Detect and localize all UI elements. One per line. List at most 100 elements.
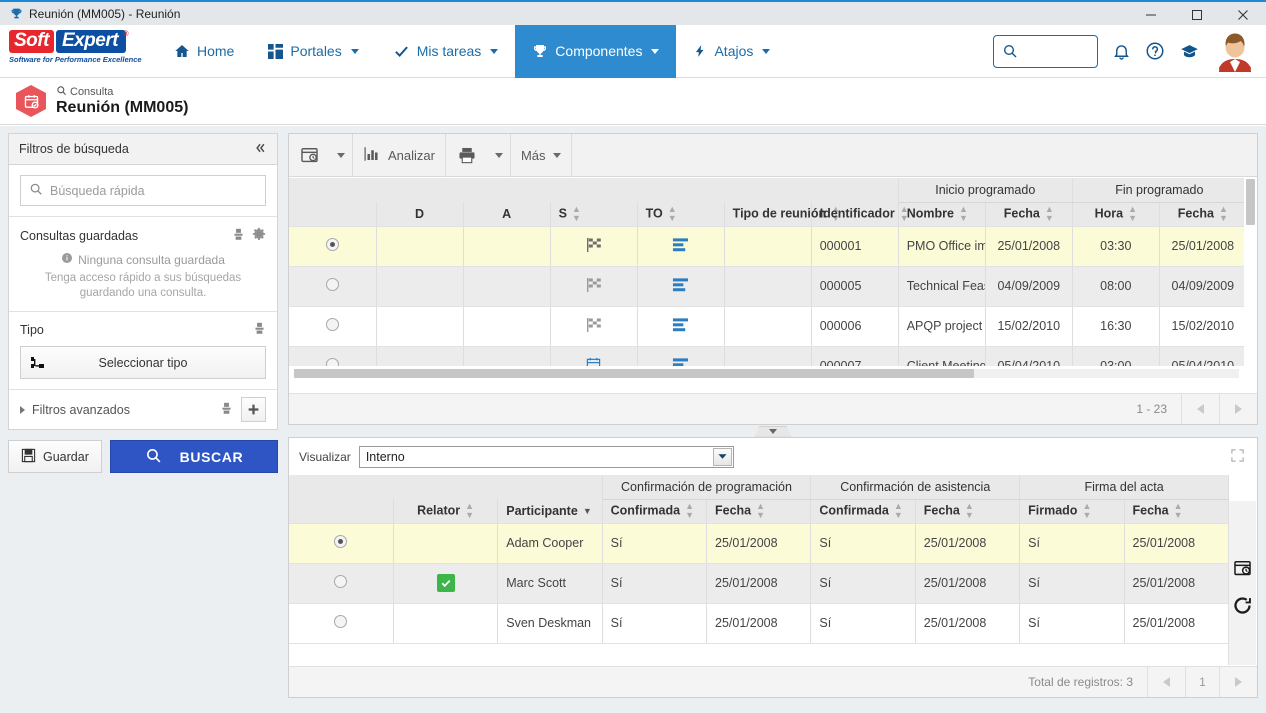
row-radio[interactable]	[325, 358, 339, 366]
col-inicio-fecha[interactable]: Fecha ▲ ▼	[985, 202, 1073, 227]
sort-icon[interactable]: ▲▼	[1219, 205, 1228, 223]
col-s[interactable]: S ▲ ▼	[550, 202, 638, 227]
row-radio[interactable]	[334, 615, 348, 628]
minimize-button[interactable]	[1128, 2, 1174, 27]
col-firma-fecha[interactable]: Fecha ▲ ▼	[1124, 499, 1229, 524]
sort-icon[interactable]: ▲▼	[894, 502, 903, 520]
scrollbar-thumb[interactable]	[1245, 179, 1255, 225]
row-radio-cell[interactable]	[289, 226, 377, 267]
sort-icon[interactable]: ▲▼	[668, 204, 677, 223]
sort-icon[interactable]: ▲▼	[1174, 502, 1183, 520]
table-row[interactable]: 000005 Technical Feasibility 04/09/2009 …	[289, 266, 1244, 307]
row-radio[interactable]	[325, 278, 339, 291]
sort-icon[interactable]: ▲▼	[965, 502, 974, 520]
page-number[interactable]: 1	[1185, 667, 1219, 697]
chevron-down-icon[interactable]	[712, 447, 732, 466]
quick-search-box[interactable]	[20, 175, 266, 206]
view-history-dropdown[interactable]	[330, 134, 352, 177]
prev-page-button[interactable]	[1147, 667, 1185, 697]
table-row[interactable]: Adam Cooper Sí 25/01/2008 Sí 25/01/2008 …	[289, 523, 1229, 564]
nav-item-mis-tareas[interactable]: Mis tareas	[376, 25, 516, 78]
row-radio-cell[interactable]	[289, 603, 394, 644]
table-row[interactable]: 000006 APQP project planning 15/02/2010 …	[289, 306, 1244, 347]
nav-item-home[interactable]: Home	[157, 25, 251, 78]
col-to[interactable]: TO ▲ ▼	[637, 202, 725, 227]
col-prog-fecha[interactable]: Fecha ▲ ▼	[706, 499, 812, 524]
scrollbar-track[interactable]	[294, 368, 1239, 378]
col-inicio-hora[interactable]: Hora ▲ ▼	[1072, 202, 1160, 227]
sort-icon-asc[interactable]: ▼	[583, 506, 592, 516]
clear-filter-icon[interactable]	[253, 322, 266, 338]
row-radio[interactable]	[325, 238, 339, 251]
graduation-cap-icon[interactable]	[1179, 42, 1200, 61]
col-prog-confirmada[interactable]: Confirmada ▲ ▼	[602, 499, 708, 524]
sort-icon[interactable]: ▲▼	[1045, 205, 1054, 223]
col-nombre[interactable]: Nombre ▲ ▼	[898, 202, 986, 227]
col-fin-fecha[interactable]: Fecha ▲ ▼	[1159, 202, 1244, 227]
select-tipo-button[interactable]: Seleccionar tipo	[20, 346, 266, 379]
row-radio[interactable]	[334, 535, 348, 548]
row-radio[interactable]	[334, 575, 348, 588]
gear-icon[interactable]	[252, 227, 266, 244]
avatar[interactable]	[1214, 30, 1256, 72]
col-d[interactable]: D	[376, 202, 464, 227]
panel-splitter[interactable]	[288, 425, 1258, 437]
col-tipo-reunion[interactable]: Tipo de reunión▲▼	[724, 202, 840, 227]
bell-icon[interactable]	[1112, 42, 1131, 61]
table-row[interactable]: Sven Deskman Sí 25/01/2008 Sí 25/01/2008…	[289, 603, 1229, 644]
expand-arrows-icon[interactable]	[1230, 448, 1245, 466]
more-button[interactable]: Más	[511, 134, 571, 177]
table-row[interactable]: Marc Scott Sí 25/01/2008 Sí 25/01/2008 S…	[289, 563, 1229, 604]
col-asis-fecha[interactable]: Fecha ▲ ▼	[915, 499, 1021, 524]
refresh-icon[interactable]	[1232, 595, 1253, 619]
view-history-button[interactable]	[289, 134, 330, 177]
scrollbar-thumb[interactable]	[294, 368, 975, 378]
window-clock-icon[interactable]	[1232, 559, 1253, 581]
sort-icon[interactable]: ▲▼	[1082, 502, 1091, 520]
nav-item-atajos[interactable]: Atajos	[676, 25, 787, 78]
add-filter-button[interactable]	[241, 397, 266, 422]
prev-page-button[interactable]	[1181, 394, 1219, 424]
nav-item-portales[interactable]: Portales	[251, 25, 375, 78]
row-radio[interactable]	[325, 318, 339, 331]
sort-icon[interactable]: ▲▼	[465, 501, 474, 520]
clear-filter-icon[interactable]	[220, 402, 233, 418]
close-button[interactable]	[1220, 2, 1266, 27]
maximize-button[interactable]	[1174, 2, 1220, 27]
sort-icon[interactable]: ▲▼	[756, 502, 765, 520]
col-firmado[interactable]: Firmado ▲ ▼	[1019, 499, 1125, 524]
row-radio-cell[interactable]	[289, 523, 394, 564]
advanced-filters-toggle[interactable]: Filtros avanzados	[20, 403, 212, 417]
print-button[interactable]	[446, 134, 488, 177]
col-identificador[interactable]: Identificador ▲ ▼	[811, 202, 909, 227]
chevron-double-left-icon[interactable]	[254, 142, 267, 157]
table-row[interactable]: 000007 Client Meeting to Determine Raw M…	[289, 346, 1244, 366]
global-search-box[interactable]	[993, 34, 1098, 68]
sort-icon[interactable]: ▲▼	[1128, 205, 1137, 223]
nav-item-componentes[interactable]: Componentes	[515, 24, 677, 78]
sort-icon[interactable]: ▲▼	[685, 502, 694, 520]
col-a[interactable]: A	[463, 202, 551, 227]
splitter-handle[interactable]	[755, 425, 791, 437]
row-radio-cell[interactable]	[289, 346, 377, 366]
col-asis-confirmada[interactable]: Confirmada ▲ ▼	[810, 499, 916, 524]
clear-filter-icon[interactable]	[232, 228, 245, 244]
col-participante[interactable]: Participante ▼	[497, 499, 603, 524]
next-page-button[interactable]	[1219, 667, 1257, 697]
grid-horizontal-scrollbar[interactable]	[289, 366, 1244, 380]
row-radio-cell[interactable]	[289, 306, 377, 347]
next-page-button[interactable]	[1219, 394, 1257, 424]
row-radio-cell[interactable]	[289, 266, 377, 307]
analyze-button[interactable]: Analizar	[353, 134, 445, 177]
search-button[interactable]: BUSCAR	[109, 440, 278, 473]
help-circle-icon[interactable]	[1145, 41, 1165, 61]
print-dropdown[interactable]	[488, 134, 510, 177]
row-radio-cell[interactable]	[289, 563, 394, 604]
global-search-input[interactable]	[1018, 44, 1088, 58]
softexpert-logo[interactable]: Soft Expert ® Software for Performance Ex…	[9, 30, 142, 72]
visualizar-select[interactable]: Interno	[358, 445, 734, 468]
quick-search-input[interactable]	[50, 183, 257, 198]
sort-icon[interactable]: ▲▼	[959, 205, 968, 223]
sort-icon[interactable]: ▲▼	[572, 204, 581, 223]
save-button[interactable]: Guardar	[8, 440, 102, 473]
